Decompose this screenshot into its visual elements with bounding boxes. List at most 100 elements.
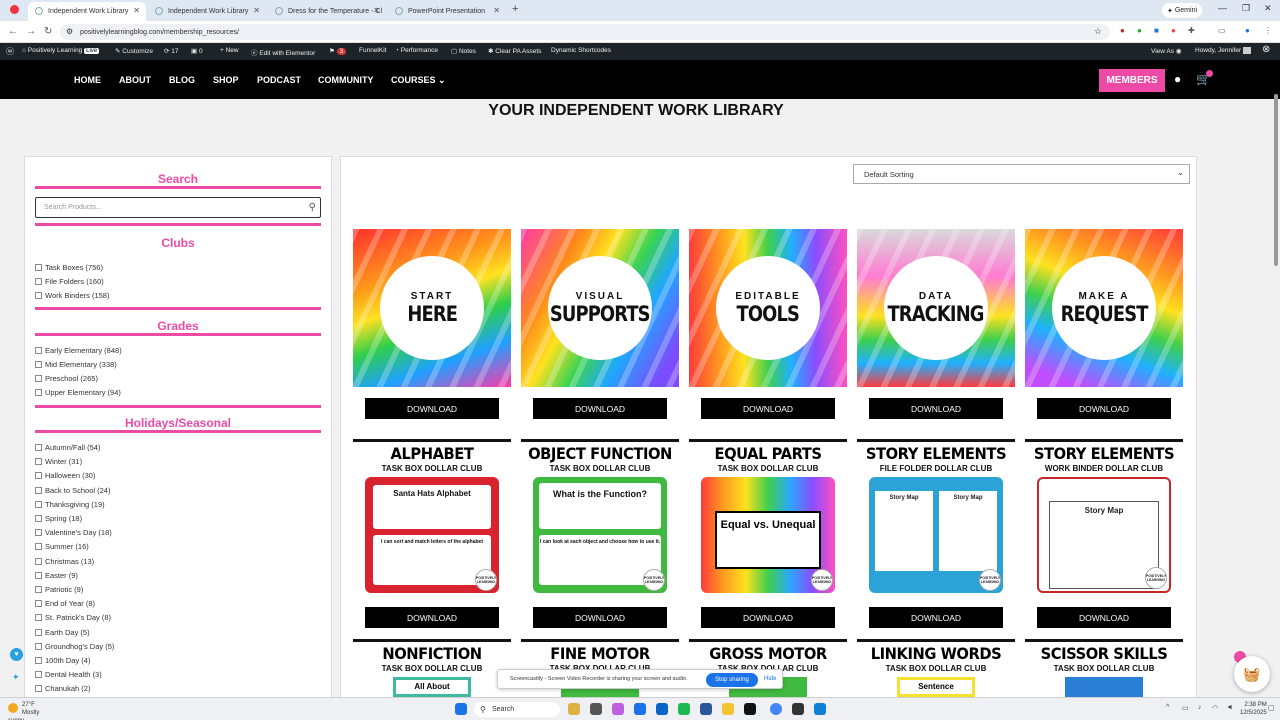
- wp-performance[interactable]: ◔ Performance: [395, 47, 438, 54]
- chrome-icon[interactable]: [770, 703, 782, 715]
- scrollbar-thumb[interactable]: [1274, 94, 1278, 266]
- product-title[interactable]: EQUAL PARTS: [695, 444, 840, 463]
- filter-checkbox[interactable]: Christmas (13): [35, 557, 94, 566]
- product-card[interactable]: EQUAL PARTS TASK BOX DOLLAR CLUB Equal vs.…: [689, 439, 847, 631]
- url-field[interactable]: ⚙ positivelylearningblog.com/membership_…: [60, 24, 1110, 40]
- product-card[interactable]: OBJECT FUNCTION TASK BOX DOLLAR CLUB What …: [521, 439, 679, 631]
- product-card[interactable]: STORY ELEMENTS FILE FOLDER DOLLAR CLUB Sto…: [857, 439, 1015, 631]
- app-icon[interactable]: [612, 703, 624, 715]
- mic-icon[interactable]: ♪: [1198, 704, 1202, 711]
- site-info-icon[interactable]: ⚙: [66, 27, 73, 36]
- checkbox-icon[interactable]: [35, 515, 42, 522]
- product-title[interactable]: OBJECT FUNCTION: [527, 444, 672, 463]
- filter-checkbox[interactable]: Thanksgiving (19): [35, 500, 105, 509]
- nav-blog[interactable]: BLOG: [169, 75, 195, 85]
- filter-checkbox[interactable]: Dental Health (3): [35, 670, 102, 679]
- close-tab-icon[interactable]: ✕: [373, 6, 380, 15]
- checkbox-icon[interactable]: [35, 657, 42, 664]
- weather-widget[interactable]: 27°F Mostly sunny: [8, 701, 43, 720]
- product-image[interactable]: Santa Hats Alphabet I can sort and match …: [365, 477, 499, 593]
- featured-image[interactable]: VISUAL SUPPORTS: [521, 229, 679, 387]
- gemini-button[interactable]: ✦ Gemini: [1162, 3, 1202, 18]
- wp-elementor[interactable]: ⓔ Edit with Elementor: [251, 47, 315, 57]
- stop-sharing-button[interactable]: Stop sharing: [706, 673, 758, 687]
- product-title[interactable]: GROSS MOTOR: [695, 644, 840, 663]
- nav-home[interactable]: HOME: [74, 75, 101, 85]
- download-button[interactable]: DOWNLOAD: [365, 398, 499, 419]
- wifi-icon[interactable]: ◠: [1212, 704, 1218, 712]
- download-button[interactable]: DOWNLOAD: [1037, 398, 1171, 419]
- screencastify-icon[interactable]: ●: [1171, 26, 1176, 35]
- extension-icon[interactable]: ■: [1154, 26, 1159, 35]
- filter-checkbox[interactable]: Task Boxes (756): [35, 263, 103, 272]
- featured-image[interactable]: MAKE A REQUEST: [1025, 229, 1183, 387]
- search-icon[interactable]: ⚲: [309, 202, 316, 213]
- product-image[interactable]: Story Map Story Map POSITIVELY LEARNING: [869, 477, 1003, 593]
- download-button[interactable]: DOWNLOAD: [869, 398, 1003, 419]
- task-view-icon[interactable]: [590, 703, 602, 715]
- nav-about[interactable]: ABOUT: [119, 75, 151, 85]
- reload-icon[interactable]: ↻: [44, 26, 52, 37]
- close-window-icon[interactable]: ✕: [1264, 3, 1272, 14]
- hide-banner-link[interactable]: Hide: [764, 676, 776, 682]
- extension-icon[interactable]: ●: [1137, 26, 1142, 35]
- filter-checkbox[interactable]: Mid Elementary (338): [35, 360, 117, 369]
- filter-checkbox[interactable]: Autumn/Fall (54): [35, 443, 100, 452]
- checkbox-icon[interactable]: [35, 628, 42, 636]
- checkbox-icon[interactable]: [35, 586, 42, 593]
- product-card[interactable]: SCISSOR SKILLS TASK BOX DOLLAR CLUB: [1025, 639, 1183, 700]
- product-card[interactable]: LINKING WORDS TASK BOX DOLLAR CLUB Sentenc…: [857, 639, 1015, 700]
- wp-howdy[interactable]: Howdy, Jennifer: [1195, 47, 1251, 54]
- search-input[interactable]: Search Products... ⚲: [35, 197, 321, 218]
- product-title[interactable]: STORY ELEMENTS: [1031, 444, 1176, 463]
- user-account-icon[interactable]: ●: [1174, 72, 1181, 86]
- side-panel-icon[interactable]: ▭: [1218, 26, 1226, 35]
- checkbox-icon[interactable]: [35, 614, 42, 622]
- close-tab-icon[interactable]: ✕: [253, 6, 260, 15]
- featured-card[interactable]: DATA TRACKING DOWNLOAD: [857, 229, 1015, 421]
- checkbox-icon[interactable]: [35, 389, 42, 396]
- filter-checkbox[interactable]: End of Year (8): [35, 599, 95, 608]
- filter-checkbox[interactable]: Spring (18): [35, 514, 82, 523]
- start-icon[interactable]: [455, 703, 467, 715]
- wp-dynamic-shortcodes[interactable]: Dynamic Shortcodes: [551, 47, 611, 54]
- product-card[interactable]: ALPHABET TASK BOX DOLLAR CLUB Santa Hats A…: [353, 439, 511, 631]
- featured-image[interactable]: DATA TRACKING: [857, 229, 1015, 387]
- download-button[interactable]: DOWNLOAD: [701, 398, 835, 419]
- menu-dots-icon[interactable]: ⋮: [1264, 26, 1272, 35]
- product-title[interactable]: SCISSOR SKILLS: [1031, 644, 1176, 663]
- filter-checkbox[interactable]: Chanukah (2): [35, 684, 90, 693]
- featured-card[interactable]: EDITABLE TOOLS DOWNLOAD: [689, 229, 847, 421]
- tab-4[interactable]: PowerPoint Presentation ✕: [388, 2, 506, 21]
- profile-avatar[interactable]: ●: [1245, 26, 1250, 35]
- download-button[interactable]: DOWNLOAD: [869, 607, 1003, 628]
- system-clock[interactable]: 2:38 PM 12/5/2025: [1240, 701, 1267, 717]
- wp-view-as[interactable]: View As ◉: [1151, 47, 1182, 55]
- wordpress-logo-icon[interactable]: ⓦ: [6, 46, 14, 57]
- checkbox-icon[interactable]: [35, 543, 42, 551]
- wp-plugin-alerts[interactable]: ⚑ 3: [329, 47, 347, 55]
- product-card[interactable]: STORY ELEMENTS WORK BINDER DOLLAR CLUB Sto…: [1025, 439, 1183, 631]
- checkbox-icon[interactable]: [35, 458, 42, 466]
- nav-community[interactable]: COMMUNITY: [318, 75, 374, 85]
- filter-checkbox[interactable]: St. Patrick's Day (8): [35, 613, 111, 622]
- filter-checkbox[interactable]: Easter (9): [35, 571, 78, 580]
- forward-icon[interactable]: →: [26, 26, 36, 37]
- minimize-icon[interactable]: —: [1218, 3, 1227, 13]
- checkbox-icon[interactable]: [35, 642, 42, 650]
- filter-checkbox[interactable]: Groundhog's Day (5): [35, 642, 114, 651]
- product-title[interactable]: ALPHABET: [359, 444, 504, 463]
- accessibility-heart-icon[interactable]: ♥: [10, 648, 23, 661]
- featured-image[interactable]: EDITABLE TOOLS: [689, 229, 847, 387]
- product-title[interactable]: STORY ELEMENTS: [863, 444, 1008, 463]
- sort-select[interactable]: Default Sorting ⌄: [853, 164, 1190, 184]
- download-button[interactable]: DOWNLOAD: [1037, 607, 1171, 628]
- chevron-up-icon[interactable]: ^: [1166, 704, 1169, 711]
- edge-icon[interactable]: [634, 703, 646, 715]
- product-card[interactable]: NONFICTION TASK BOX DOLLAR CLUB All About: [353, 639, 511, 700]
- members-button[interactable]: MEMBERS: [1099, 69, 1165, 92]
- tab-2[interactable]: Independent Work Library ✕: [148, 2, 266, 21]
- share-icon[interactable]: ✦: [12, 672, 20, 683]
- new-tab-icon[interactable]: +: [512, 3, 518, 15]
- wp-updates[interactable]: ⟳ 17: [164, 47, 179, 55]
